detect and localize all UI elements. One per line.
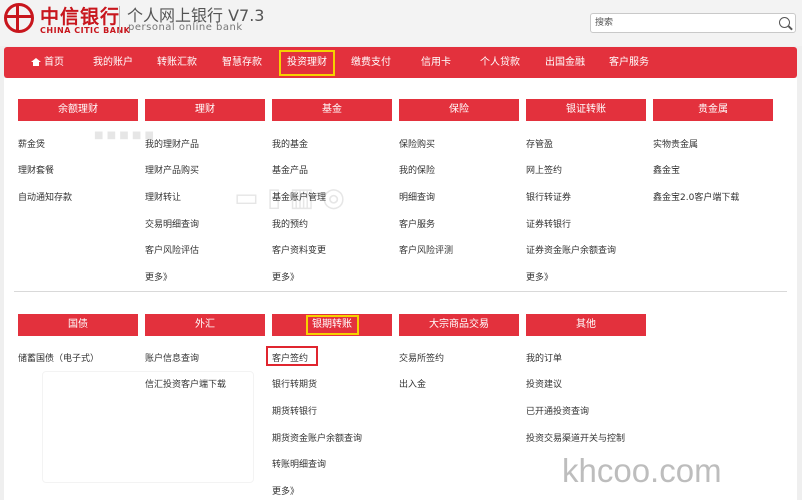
cat-fund[interactable]: 基金	[272, 99, 392, 121]
menu-link[interactable]: 期货资金账户余额查询	[272, 431, 362, 444]
nav-credit-card[interactable]: 信用卡	[421, 47, 451, 78]
menu-link[interactable]: 我的理财产品	[145, 137, 199, 150]
menu-link[interactable]: 理财产品购买	[145, 163, 199, 176]
search-box[interactable]	[590, 13, 796, 33]
home-icon	[31, 58, 41, 66]
menu-link[interactable]: 客户服务	[399, 217, 435, 230]
nav-home[interactable]: 首页	[31, 47, 64, 78]
main-nav: 首页 我的账户 转账汇款 智慧存款 投资理财 缴费支付 信用卡 个人贷款 出国金…	[4, 47, 797, 78]
menu-link[interactable]: 账户信息查询	[145, 351, 199, 364]
menu-link[interactable]: 客户风险评测	[399, 243, 453, 256]
menu-link[interactable]: 期货转银行	[272, 404, 317, 417]
nav-home-label: 首页	[44, 57, 64, 68]
menu-link[interactable]: 鑫金宝2.0客户端下载	[653, 190, 739, 203]
cat-treasury-bond[interactable]: 国债	[18, 314, 138, 336]
cat-forex[interactable]: 外汇	[145, 314, 265, 336]
cat-balance-wealth[interactable]: 余额理财	[18, 99, 138, 121]
search-icon[interactable]	[779, 17, 790, 28]
menu-link[interactable]: 基金产品	[272, 163, 308, 176]
menu-link[interactable]: 银行转证券	[526, 190, 571, 203]
cat-bank-securities[interactable]: 银证转账	[526, 99, 646, 121]
watermark-text: khcoo.com	[562, 452, 722, 489]
bank-name-cn: 中信银行	[40, 6, 121, 28]
menu-link[interactable]: 我的基金	[272, 137, 308, 150]
menu-link[interactable]: 网上签约	[526, 163, 562, 176]
menu-link[interactable]: 出入金	[399, 377, 426, 390]
menu-link[interactable]: 信汇投资客户端下载	[145, 377, 226, 390]
nav-active-highlight	[279, 50, 335, 76]
menu-link[interactable]: 存管盈	[526, 137, 553, 150]
menu-link[interactable]: 客户风险评估	[145, 243, 199, 256]
bank-name-en: CHINA CITIC BANK	[40, 26, 131, 35]
citic-logo-icon[interactable]	[4, 3, 34, 33]
cat-precious-metal[interactable]: 贵金属	[653, 99, 773, 121]
menu-link[interactable]: 转账明细查询	[272, 457, 326, 470]
nav-personal-loan[interactable]: 个人贷款	[480, 47, 520, 78]
menu-link[interactable]: 理财套餐	[18, 163, 54, 176]
menu-link[interactable]: 银行转期货	[272, 377, 317, 390]
nav-transfer[interactable]: 转账汇款	[157, 47, 197, 78]
cat-insurance[interactable]: 保险	[399, 99, 519, 121]
menu-link[interactable]: 基金账户管理	[272, 190, 326, 203]
menu-link[interactable]: 投资建议	[526, 377, 562, 390]
nav-my-account[interactable]: 我的账户	[93, 47, 133, 78]
nav-overseas-finance[interactable]: 出国金融	[545, 47, 585, 78]
menu-link[interactable]: 储蓄国债（电子式）	[18, 351, 99, 364]
nav-customer-service[interactable]: 客户服务	[609, 47, 649, 78]
cat-other[interactable]: 其他	[526, 314, 646, 336]
menu-link[interactable]: 证券转银行	[526, 217, 571, 230]
menu-link[interactable]: 我的预约	[272, 217, 308, 230]
header-divider	[119, 6, 120, 34]
cat-highlight	[306, 315, 359, 335]
more-link[interactable]: 更多》	[526, 270, 553, 283]
investment-mega-menu: ■ ■ ■ ■ ■ ▭ ▯ ▥ ◎ 余额理财 理财 基金 保险 银证转账 贵金属…	[4, 78, 797, 500]
nav-payment[interactable]: 缴费支付	[351, 47, 391, 78]
menu-link[interactable]: 我的保险	[399, 163, 435, 176]
menu-link[interactable]: 理财转让	[145, 190, 181, 203]
more-link[interactable]: 更多》	[272, 484, 299, 497]
menu-link[interactable]: 自动通知存款	[18, 190, 72, 203]
menu-link[interactable]: 客户资料变更	[272, 243, 326, 256]
link-highlight	[266, 346, 318, 366]
menu-link[interactable]: 保险购买	[399, 137, 435, 150]
menu-link[interactable]: 薪金煲	[18, 137, 45, 150]
cat-commodity-trading[interactable]: 大宗商品交易	[399, 314, 519, 336]
section-divider	[14, 291, 787, 292]
more-link[interactable]: 更多》	[145, 270, 172, 283]
menu-link[interactable]: 我的订单	[526, 351, 562, 364]
menu-link[interactable]: 交易明细查询	[145, 217, 199, 230]
more-link[interactable]: 更多》	[272, 270, 299, 283]
header: 中信银行 CHINA CITIC BANK 个人网上银行 V7.3 person…	[0, 0, 802, 46]
menu-link[interactable]: 明细查询	[399, 190, 435, 203]
menu-link[interactable]: 实物贵金属	[653, 137, 698, 150]
menu-link[interactable]: 鑫金宝	[653, 163, 680, 176]
cat-wealth[interactable]: 理财	[145, 99, 265, 121]
search-input[interactable]	[595, 16, 765, 30]
menu-link[interactable]: 交易所签约	[399, 351, 444, 364]
app-subtitle: personal online bank	[128, 22, 243, 33]
menu-link[interactable]: 已开通投资查询	[526, 404, 589, 417]
menu-link[interactable]: 证券资金账户余额查询	[526, 243, 616, 256]
nav-smart-deposit[interactable]: 智慧存款	[222, 47, 262, 78]
menu-link[interactable]: 投资交易渠道开关与控制	[526, 431, 625, 444]
